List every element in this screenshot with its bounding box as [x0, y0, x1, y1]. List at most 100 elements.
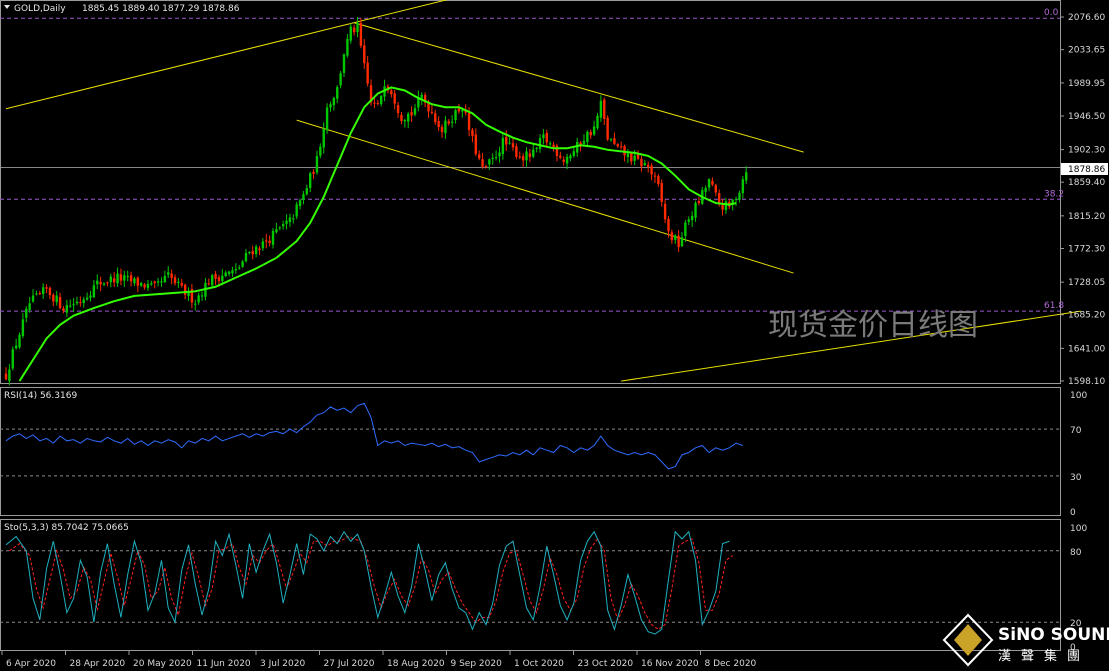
time-tick-label: 11 Jun 2020	[197, 659, 251, 669]
candle-body	[28, 303, 31, 310]
candle-body	[525, 151, 528, 161]
candle-body	[312, 171, 315, 174]
time-tick-label: 6 Apr 2020	[6, 659, 56, 669]
candle-body	[268, 240, 271, 244]
candle-body	[224, 272, 227, 277]
rsi-tick-label: 30	[1070, 473, 1082, 483]
stochastic-label: Sto(5,3,3) 85.7042 75.0665	[4, 523, 129, 533]
candle-body	[342, 54, 346, 73]
candle-body	[403, 120, 407, 122]
candle-body	[58, 296, 62, 309]
candle-body	[123, 275, 126, 281]
candle-body	[390, 90, 393, 95]
candle-body	[363, 45, 366, 64]
time-tick-label: 8 Dec 2020	[705, 659, 757, 669]
candle-body	[302, 194, 305, 200]
stoch-tick-label: 100	[1070, 524, 1087, 534]
candle-body	[349, 26, 352, 41]
rsi-tick-label: 0	[1070, 508, 1076, 518]
candle-body	[96, 280, 99, 285]
candle-body	[481, 159, 484, 167]
candle-body	[92, 285, 96, 298]
candle-body	[346, 38, 349, 56]
price-tick-label: 1859.40	[1068, 178, 1105, 188]
candle-body	[488, 159, 491, 165]
candle-body	[630, 153, 633, 162]
candle-body	[336, 87, 339, 99]
price-tick-label: 1946.50	[1068, 112, 1105, 122]
candle-body	[690, 215, 694, 221]
candle-body	[437, 120, 440, 128]
candle-body	[180, 283, 183, 286]
candle-body	[106, 282, 109, 284]
candle-body	[322, 129, 325, 148]
candle-body	[680, 237, 684, 247]
candle-body	[25, 308, 28, 318]
candle-body	[75, 301, 79, 304]
candle-body	[55, 295, 58, 303]
candle-body	[498, 152, 501, 157]
candle-body	[663, 203, 667, 220]
candle-body	[315, 155, 319, 173]
candle-body	[616, 144, 619, 147]
candle-body	[555, 145, 559, 156]
candle-body	[309, 173, 312, 188]
candle-body	[156, 281, 160, 283]
time-tick-label: 27 Jul 2020	[324, 659, 375, 669]
candle-body	[126, 276, 129, 278]
candle-body	[231, 270, 234, 274]
candle-body	[393, 93, 396, 104]
symbol-label: GOLD,Daily	[14, 4, 66, 14]
candle-body	[471, 129, 474, 136]
candle-body	[569, 155, 572, 159]
candle-body	[714, 185, 717, 193]
candle-body	[461, 110, 464, 112]
price-tick-label: 1728.05	[1068, 278, 1105, 288]
candle-body	[153, 281, 156, 284]
candle-body	[576, 141, 579, 153]
candle-body	[582, 140, 586, 145]
candle-body	[379, 96, 383, 105]
candle-body	[494, 157, 498, 159]
candle-body	[319, 146, 322, 156]
candle-body	[738, 192, 741, 200]
candle-body	[450, 121, 454, 123]
time-tick-label: 18 Aug 2020	[387, 659, 445, 669]
candle-body	[623, 145, 626, 156]
candle-body	[197, 295, 200, 303]
candle-body	[8, 369, 11, 381]
candle-body	[444, 120, 447, 134]
candle-body	[721, 204, 724, 210]
candle-body	[261, 241, 265, 249]
candle-body	[420, 94, 423, 99]
candle-body	[140, 283, 143, 286]
candle-body	[538, 138, 542, 149]
time-tick-label: 23 Oct 2020	[578, 659, 634, 669]
candle-body	[373, 102, 376, 104]
candle-body	[552, 144, 555, 148]
candle-body	[72, 304, 75, 306]
candle-body	[589, 131, 592, 136]
candle-body	[133, 278, 136, 284]
candle-body	[592, 126, 596, 135]
fib-level-label: 61.8	[1044, 301, 1064, 311]
price-tick-label: 2033.65	[1068, 46, 1105, 56]
candle-body	[69, 305, 72, 307]
candle-body	[674, 235, 677, 240]
candle-body	[650, 165, 653, 175]
candle-body	[45, 287, 48, 289]
candle-body	[210, 275, 214, 286]
candle-body	[38, 293, 41, 295]
candle-body	[288, 217, 292, 223]
candle-body	[532, 149, 535, 157]
chart-watermark: 现货金价日线图	[768, 308, 978, 343]
candle-body	[741, 179, 745, 194]
candle-body	[542, 134, 545, 139]
candle-body	[687, 219, 690, 222]
fib-level-label: 0.0	[1044, 8, 1059, 18]
candle-body	[518, 156, 521, 158]
candle-body	[18, 334, 21, 348]
candle-body	[707, 179, 711, 188]
candle-body	[278, 227, 281, 229]
rsi-tick-label: 70	[1070, 426, 1082, 436]
